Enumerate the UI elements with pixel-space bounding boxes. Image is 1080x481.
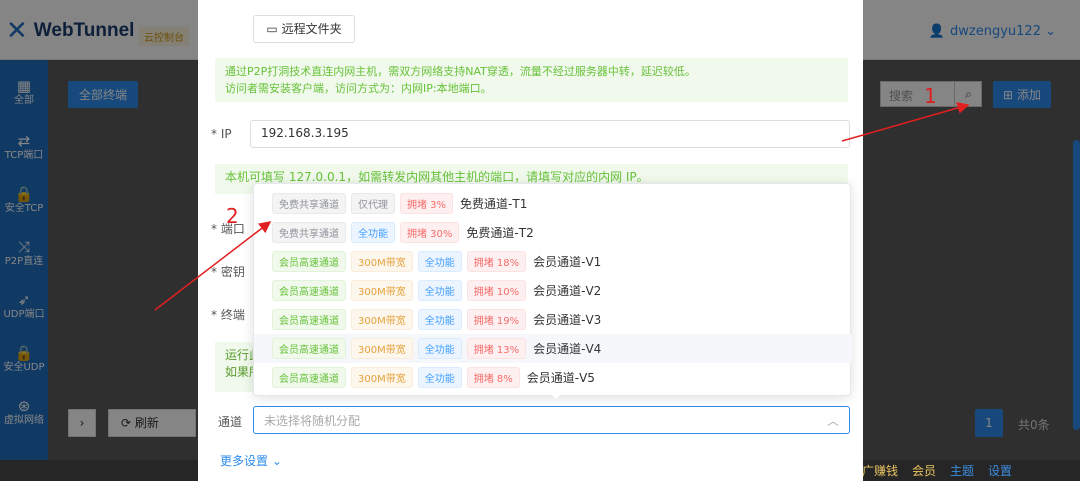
annotation-1: 1 [924,84,937,108]
arrow-to-channel [154,221,272,311]
annotation-2: 2 [226,204,239,228]
arrow-to-add [841,102,970,142]
annotation-arrows [154,102,970,311]
